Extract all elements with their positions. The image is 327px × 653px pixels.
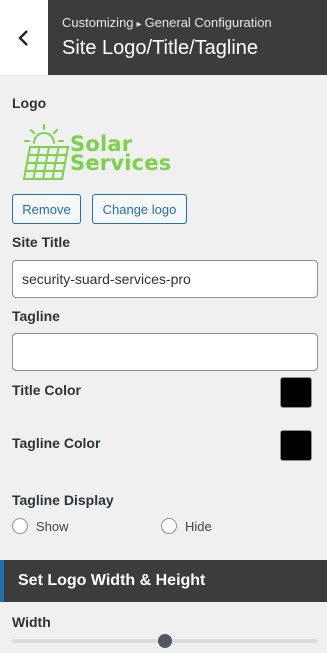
tagline-input[interactable] <box>12 333 318 371</box>
solar-panel-icon <box>22 124 70 180</box>
title-color-label: Title Color <box>12 382 81 398</box>
hide-radio[interactable] <box>161 518 177 534</box>
site-title-label: Site Title <box>12 234 71 250</box>
width-slider-thumb[interactable] <box>158 634 172 648</box>
tagline-label: Tagline <box>12 308 60 324</box>
site-logo: Solar Services <box>22 123 172 181</box>
site-title-input[interactable]: security-suard-services-pro <box>12 260 318 298</box>
logo-label: Logo <box>12 95 47 111</box>
panel-title: Site Logo/Title/Tagline <box>62 37 259 59</box>
tagline-display-show[interactable]: Show <box>12 518 69 534</box>
section-title: Set Logo Width & Height <box>18 572 206 589</box>
back-button[interactable] <box>0 0 48 75</box>
tagline-color-swatch[interactable] <box>280 430 312 461</box>
chevron-left-icon <box>18 29 28 46</box>
title-color-swatch[interactable] <box>280 377 312 408</box>
hide-label: Hide <box>185 518 212 534</box>
panel-header: Customizing ▸ General Configuration Site L… <box>0 0 327 75</box>
logo-text-services: Services <box>70 151 172 175</box>
breadcrumb: Customizing ▸ General Configuration <box>62 15 272 30</box>
tagline-display-label: Tagline Display <box>12 492 114 508</box>
logo-size-section-header[interactable]: Set Logo Width & Height <box>0 560 327 602</box>
breadcrumb-root: Customizing <box>62 15 134 30</box>
change-logo-button[interactable]: Change logo <box>92 194 187 224</box>
width-label: Width <box>12 614 51 630</box>
tagline-color-label: Tagline Color <box>12 435 101 451</box>
breadcrumb-separator: ▸ <box>136 19 142 30</box>
show-label: Show <box>36 518 69 534</box>
show-radio[interactable] <box>12 518 28 534</box>
tagline-display-hide[interactable]: Hide <box>161 518 212 534</box>
breadcrumb-section: General Configuration <box>144 15 272 30</box>
remove-logo-button[interactable]: Remove <box>12 194 81 224</box>
